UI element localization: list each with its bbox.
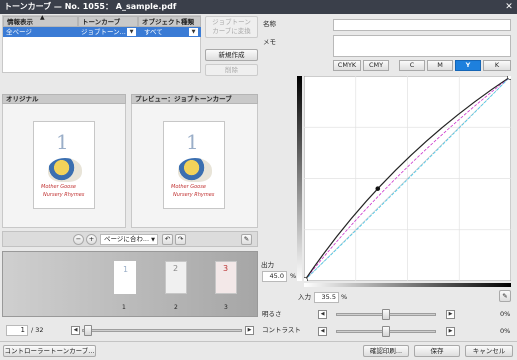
curve-control-point bbox=[375, 186, 381, 191]
rotate-right-icon[interactable]: ↷ bbox=[175, 234, 186, 245]
print-check-button[interactable]: 確認印刷... bbox=[363, 345, 409, 357]
input-label: 入力 bbox=[298, 293, 311, 301]
page-input[interactable]: 1 bbox=[6, 325, 28, 336]
brightness-label: 明るさ bbox=[262, 310, 282, 318]
chevron-down-icon[interactable]: ▼ bbox=[127, 28, 136, 36]
col-curve-header[interactable]: トーンカーブ bbox=[78, 16, 138, 27]
channel-k[interactable]: K bbox=[483, 60, 511, 71]
original-thumbnail: 1 Mother Goose Nursery Rhymes bbox=[33, 121, 95, 209]
footer-divider bbox=[0, 341, 517, 342]
page-thumb-number: 1 bbox=[123, 265, 129, 274]
gradient-bar-horizontal bbox=[304, 283, 511, 287]
chevron-right-icon[interactable]: ▶ bbox=[245, 326, 254, 335]
edit-icon[interactable]: ✎ bbox=[241, 234, 252, 245]
zoom-in-icon[interactable]: + bbox=[86, 234, 97, 245]
col-object-header[interactable]: オブジェクト種類 bbox=[138, 16, 201, 27]
original-panel: オリジナル 1 Mother Goose Nursery Rhymes bbox=[2, 94, 126, 228]
contrast-knob[interactable] bbox=[382, 326, 390, 337]
chevron-right-icon[interactable]: ▶ bbox=[446, 327, 455, 336]
chevron-left-icon[interactable]: ◀ bbox=[71, 326, 80, 335]
page-label-1: 1 bbox=[122, 304, 126, 311]
channel-c[interactable]: C bbox=[399, 60, 425, 71]
input-percent: % bbox=[341, 293, 348, 301]
channel-y[interactable]: Y bbox=[455, 60, 481, 71]
chevron-down-icon[interactable]: ▼ bbox=[189, 28, 198, 36]
delete-button[interactable]: 削除 bbox=[205, 64, 258, 76]
save-button[interactable]: 保存 bbox=[414, 345, 460, 357]
fit-value: ページに合わ... bbox=[104, 235, 150, 243]
illustration-icon bbox=[178, 158, 212, 182]
curve-end-point bbox=[507, 76, 511, 80]
original-label: オリジナル bbox=[2, 94, 126, 104]
curve-start-point bbox=[304, 277, 308, 281]
preview-label: プレビュー：ジョブトーンカーブ bbox=[131, 94, 258, 104]
sort-up-icon: ▲ bbox=[40, 14, 45, 21]
controller-curve-button[interactable]: コントローラートーンカーブ... bbox=[3, 345, 96, 357]
thumbnail-strip: 1 1 2 2 3 3 bbox=[2, 251, 258, 317]
rotate-left-icon[interactable]: ↶ bbox=[162, 234, 173, 245]
chevron-right-icon[interactable]: ▶ bbox=[446, 310, 455, 319]
chevron-left-icon[interactable]: ◀ bbox=[318, 327, 327, 336]
thumb-title: Mother Goose bbox=[41, 184, 76, 190]
table-row[interactable]: 全ページ ジョブトーン... ▼ すべて ▼ bbox=[3, 27, 201, 37]
memo-label: メモ bbox=[263, 38, 276, 46]
preview-panel: プレビュー：ジョブトーンカーブ 1 Mother Goose Nursery R… bbox=[131, 94, 258, 228]
thumb-subtitle: Nursery Rhymes bbox=[173, 192, 215, 198]
output-field[interactable]: 45.0 bbox=[262, 271, 287, 282]
zoom-out-icon[interactable]: − bbox=[73, 234, 84, 245]
page-number: 1 bbox=[56, 130, 69, 154]
edit-curve-icon[interactable]: ✎ bbox=[499, 290, 511, 302]
page-scrollbar[interactable] bbox=[82, 329, 242, 332]
new-button[interactable]: 新規作成 bbox=[205, 49, 258, 61]
page-thumb-number: 2 bbox=[173, 264, 179, 273]
page-scroll-knob[interactable] bbox=[84, 325, 92, 336]
fit-select[interactable]: ページに合わ... ▼ bbox=[100, 234, 158, 245]
chevron-left-icon[interactable]: ◀ bbox=[318, 310, 327, 319]
channel-cmy[interactable]: CMY bbox=[363, 60, 389, 71]
memo-field[interactable] bbox=[333, 35, 511, 57]
input-field[interactable]: 35.5 bbox=[314, 292, 339, 303]
contrast-label: コントラスト bbox=[262, 326, 301, 334]
row-curve[interactable]: ジョブトーン... bbox=[78, 27, 126, 37]
page-label-2: 2 bbox=[174, 304, 178, 311]
name-label: 名称 bbox=[263, 20, 276, 28]
window-title: トーンカーブ — No. 1055： A_sample.pdf bbox=[0, 0, 517, 14]
channel-selector: CMYK CMY C M Y K bbox=[333, 60, 511, 71]
page-thumb-3[interactable]: 3 bbox=[215, 261, 237, 294]
curve-table: 情報表示 トーンカーブ オブジェクト種類 ▲ 全ページ ジョブトーン... ▼ … bbox=[2, 14, 201, 73]
close-icon[interactable]: ✕ bbox=[504, 0, 514, 14]
page-number: 1 bbox=[186, 130, 199, 154]
output-label: 出力 bbox=[261, 261, 274, 269]
contrast-value: 0% bbox=[500, 327, 511, 335]
page-thumb-1[interactable]: 1 bbox=[114, 261, 136, 294]
cancel-button[interactable]: キャンセル bbox=[465, 345, 513, 357]
page-thumb-number: 3 bbox=[223, 264, 229, 273]
gradient-bar-vertical bbox=[297, 76, 302, 281]
brightness-knob[interactable] bbox=[382, 309, 390, 320]
output-percent: % bbox=[290, 272, 297, 280]
row-info: 全ページ bbox=[6, 28, 32, 36]
page-total: / 32 bbox=[31, 326, 44, 334]
view-toolbar: − + ページに合わ... ▼ ↶ ↷ ✎ bbox=[2, 231, 258, 247]
name-field[interactable] bbox=[333, 19, 511, 31]
tone-curve-graph[interactable] bbox=[304, 76, 511, 281]
thumb-title: Mother Goose bbox=[171, 184, 206, 190]
channel-m[interactable]: M bbox=[427, 60, 453, 71]
chevron-down-icon: ▼ bbox=[151, 237, 155, 243]
brightness-value: 0% bbox=[500, 310, 511, 318]
thumb-subtitle: Nursery Rhymes bbox=[43, 192, 85, 198]
page-thumb-2[interactable]: 2 bbox=[165, 261, 187, 294]
preview-thumbnail: 1 Mother Goose Nursery Rhymes bbox=[163, 121, 225, 209]
illustration-icon bbox=[48, 158, 82, 182]
channel-cmyk[interactable]: CMYK bbox=[333, 60, 361, 71]
row-object[interactable]: すべて bbox=[141, 27, 186, 37]
convert-button[interactable]: ジョブトーンカーブに変換 bbox=[205, 16, 258, 38]
page-label-3: 3 bbox=[224, 304, 228, 311]
